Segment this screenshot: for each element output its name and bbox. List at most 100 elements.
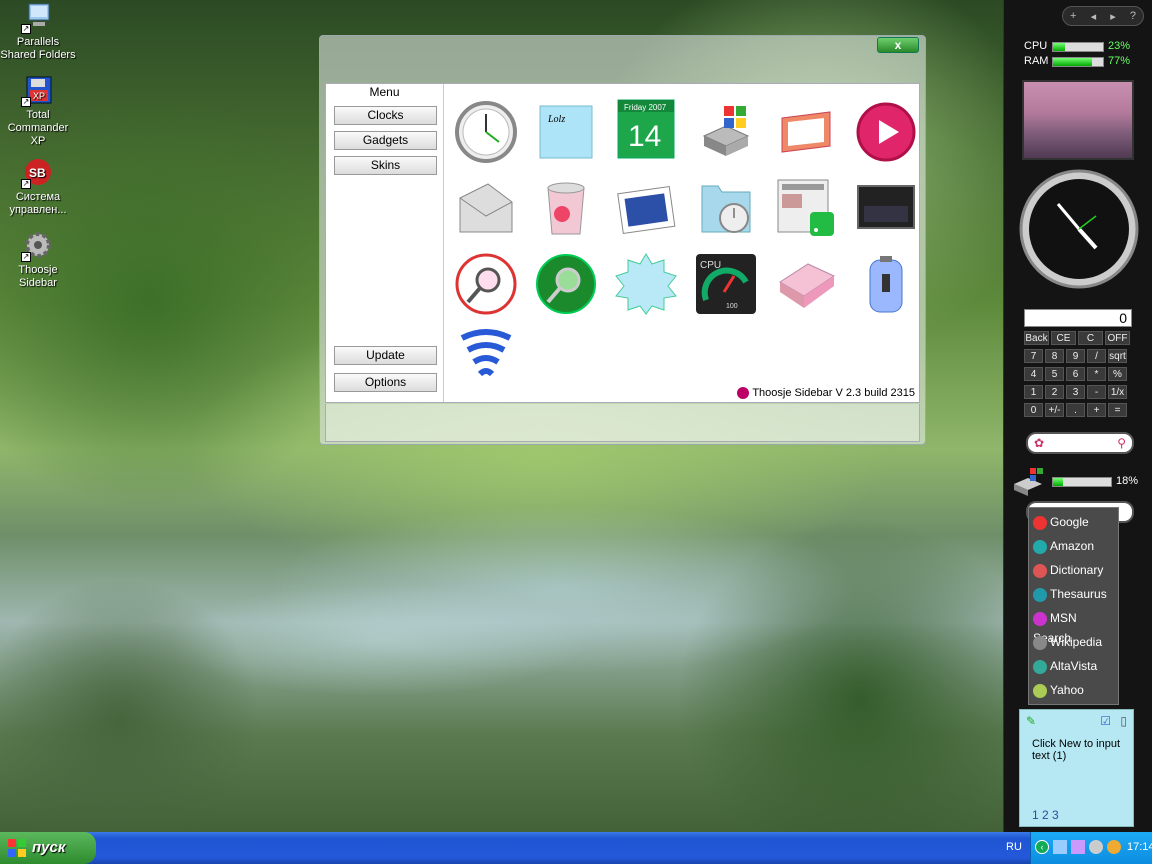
search-engine-menu: Google Amazon Dictionary Thesaurus MSN Searc… bbox=[1028, 507, 1119, 705]
note-text: Click New to input text (1) bbox=[1032, 738, 1121, 762]
desktop-icon-parallels[interactable]: ↗ Parallels Shared Folders bbox=[0, 2, 76, 62]
cpu-bar-fill bbox=[1053, 43, 1065, 51]
calc-key[interactable]: 1 bbox=[1024, 385, 1043, 399]
calc-key[interactable]: OFF bbox=[1105, 331, 1130, 345]
calc-key[interactable]: . bbox=[1066, 403, 1085, 417]
magnifier-icon: ⚲ bbox=[1117, 436, 1126, 450]
calc-key[interactable]: +/- bbox=[1045, 403, 1064, 417]
sticky-note-icon[interactable]: Lolz bbox=[534, 100, 598, 164]
skins-button[interactable]: Skins bbox=[334, 156, 437, 175]
calc-key[interactable]: CE bbox=[1051, 331, 1076, 345]
rss-news-icon[interactable] bbox=[774, 176, 838, 240]
gear-icon[interactable] bbox=[1089, 840, 1103, 854]
calc-key[interactable]: / bbox=[1087, 349, 1106, 363]
version-label: Thoosje Sidebar V 2.3 build 2315 bbox=[737, 387, 915, 399]
calc-key[interactable]: C bbox=[1078, 331, 1103, 345]
options-button[interactable]: Options bbox=[334, 373, 437, 392]
network-icon[interactable] bbox=[1053, 840, 1067, 854]
gadgets-button[interactable]: Gadgets bbox=[334, 131, 437, 150]
disk-icon[interactable] bbox=[694, 100, 758, 164]
calc-key[interactable]: 0 bbox=[1024, 403, 1043, 417]
save-note-icon[interactable]: ☑ bbox=[1100, 714, 1111, 728]
cpu-gauge-label: CPU bbox=[700, 260, 721, 271]
search-engine-item[interactable]: Google bbox=[1033, 512, 1117, 532]
calculator-icon[interactable] bbox=[774, 252, 838, 316]
search-engine-label: AltaVista bbox=[1050, 659, 1098, 673]
calc-key[interactable]: 9 bbox=[1066, 349, 1085, 363]
search-widget[interactable]: ✿ ⚲ bbox=[1026, 432, 1134, 454]
prev-button[interactable]: ◂ bbox=[1091, 10, 1097, 23]
monitor-icon[interactable] bbox=[854, 176, 918, 240]
disk-usage-widget: 18% bbox=[1012, 468, 1144, 496]
calc-key[interactable]: 2 bbox=[1045, 385, 1064, 399]
sun-icon[interactable] bbox=[1107, 840, 1121, 854]
calc-key[interactable]: 7 bbox=[1024, 349, 1043, 363]
photo-slideshow-widget[interactable] bbox=[1022, 80, 1134, 160]
calc-key[interactable]: sqrt bbox=[1108, 349, 1127, 363]
clocks-button[interactable]: Clocks bbox=[334, 106, 437, 125]
calc-key[interactable]: + bbox=[1087, 403, 1106, 417]
cpu-gauge-icon[interactable]: CPU 100 bbox=[694, 252, 758, 316]
search-engine-label: Google bbox=[1050, 515, 1089, 529]
calc-key[interactable]: 3 bbox=[1066, 385, 1085, 399]
language-indicator[interactable]: RU bbox=[1006, 841, 1022, 853]
calendar-icon[interactable]: Friday 2007 14 bbox=[614, 96, 678, 160]
media-player-icon[interactable] bbox=[854, 100, 918, 164]
wifi-icon[interactable] bbox=[454, 324, 518, 388]
start-button[interactable]: пуск bbox=[0, 832, 96, 864]
calculator-display: 0 bbox=[1024, 309, 1132, 327]
calc-key[interactable]: 5 bbox=[1045, 367, 1064, 381]
calc-key[interactable]: 4 bbox=[1024, 367, 1043, 381]
engine-logo-icon bbox=[1033, 683, 1047, 698]
search-icon[interactable] bbox=[454, 252, 518, 316]
green-search-icon[interactable] bbox=[534, 252, 598, 316]
search-engine-item[interactable]: Thesaurus bbox=[1033, 584, 1117, 604]
calc-key[interactable]: 8 bbox=[1045, 349, 1064, 363]
desktop-icon-thoosje[interactable]: ↗ Thoosje Sidebar bbox=[0, 230, 76, 290]
engine-logo-icon bbox=[1033, 587, 1047, 602]
search-engine-item[interactable]: Wikipedia bbox=[1033, 632, 1117, 652]
search-engine-item[interactable]: Amazon bbox=[1033, 536, 1117, 556]
close-button[interactable]: x bbox=[877, 37, 919, 53]
disk-percent: 18% bbox=[1116, 475, 1139, 487]
add-gadget-button[interactable]: + bbox=[1070, 10, 1076, 22]
calc-key[interactable]: 1/x bbox=[1108, 385, 1127, 399]
sidebar-controls: + ◂ ▸ ? bbox=[1062, 6, 1144, 26]
analog-clock-icon[interactable] bbox=[454, 100, 518, 164]
network-folder-icon: ↗ bbox=[21, 2, 55, 34]
folder-clock-icon[interactable] bbox=[694, 176, 758, 240]
search-engine-item[interactable]: MSN Search bbox=[1033, 608, 1117, 645]
desktop-icon-label: Total Commander XP bbox=[7, 109, 69, 147]
clock-time: 17:14 bbox=[1127, 841, 1152, 853]
calc-key[interactable]: * bbox=[1087, 367, 1106, 381]
new-note-icon[interactable]: ✎ bbox=[1026, 714, 1036, 728]
desktop-icon-total-commander[interactable]: XP ↗ Total Commander XP bbox=[0, 75, 76, 148]
update-button[interactable]: Update bbox=[334, 346, 437, 365]
engine-logo-icon bbox=[1033, 611, 1047, 626]
analog-clock-widget[interactable] bbox=[1018, 168, 1140, 290]
recycle-bin-icon[interactable] bbox=[534, 176, 598, 240]
tray-app-icon[interactable] bbox=[1071, 840, 1085, 854]
calc-key[interactable]: % bbox=[1108, 367, 1127, 381]
photo-viewer-icon[interactable] bbox=[614, 176, 678, 240]
calc-key[interactable]: - bbox=[1087, 385, 1106, 399]
disk-bar-fill bbox=[1053, 478, 1064, 486]
starburst-icon[interactable] bbox=[614, 252, 678, 316]
battery-icon[interactable] bbox=[854, 252, 918, 316]
slideshow-icon[interactable] bbox=[774, 100, 838, 164]
desktop-icon-system-control[interactable]: SB ↗ Система управлен... bbox=[0, 157, 76, 217]
search-engine-item[interactable]: AltaVista bbox=[1033, 656, 1117, 676]
window-content: Menu Clocks Gadgets Skins Update Options… bbox=[325, 83, 920, 403]
menu-title: Menu bbox=[369, 85, 400, 99]
calc-key[interactable]: Back bbox=[1024, 331, 1049, 345]
note-pages[interactable]: 1 2 3 bbox=[1032, 808, 1059, 822]
search-engine-item[interactable]: Yahoo bbox=[1033, 680, 1117, 700]
next-button[interactable]: ▸ bbox=[1110, 10, 1116, 23]
help-button[interactable]: ? bbox=[1130, 10, 1136, 22]
calc-key[interactable]: 6 bbox=[1066, 367, 1085, 381]
tray-expand-icon[interactable]: ‹ bbox=[1035, 840, 1049, 854]
page-icon[interactable]: ▯ bbox=[1120, 714, 1127, 728]
search-engine-item[interactable]: Dictionary bbox=[1033, 560, 1117, 580]
calc-key[interactable]: = bbox=[1108, 403, 1127, 417]
mail-icon[interactable] bbox=[454, 176, 518, 240]
